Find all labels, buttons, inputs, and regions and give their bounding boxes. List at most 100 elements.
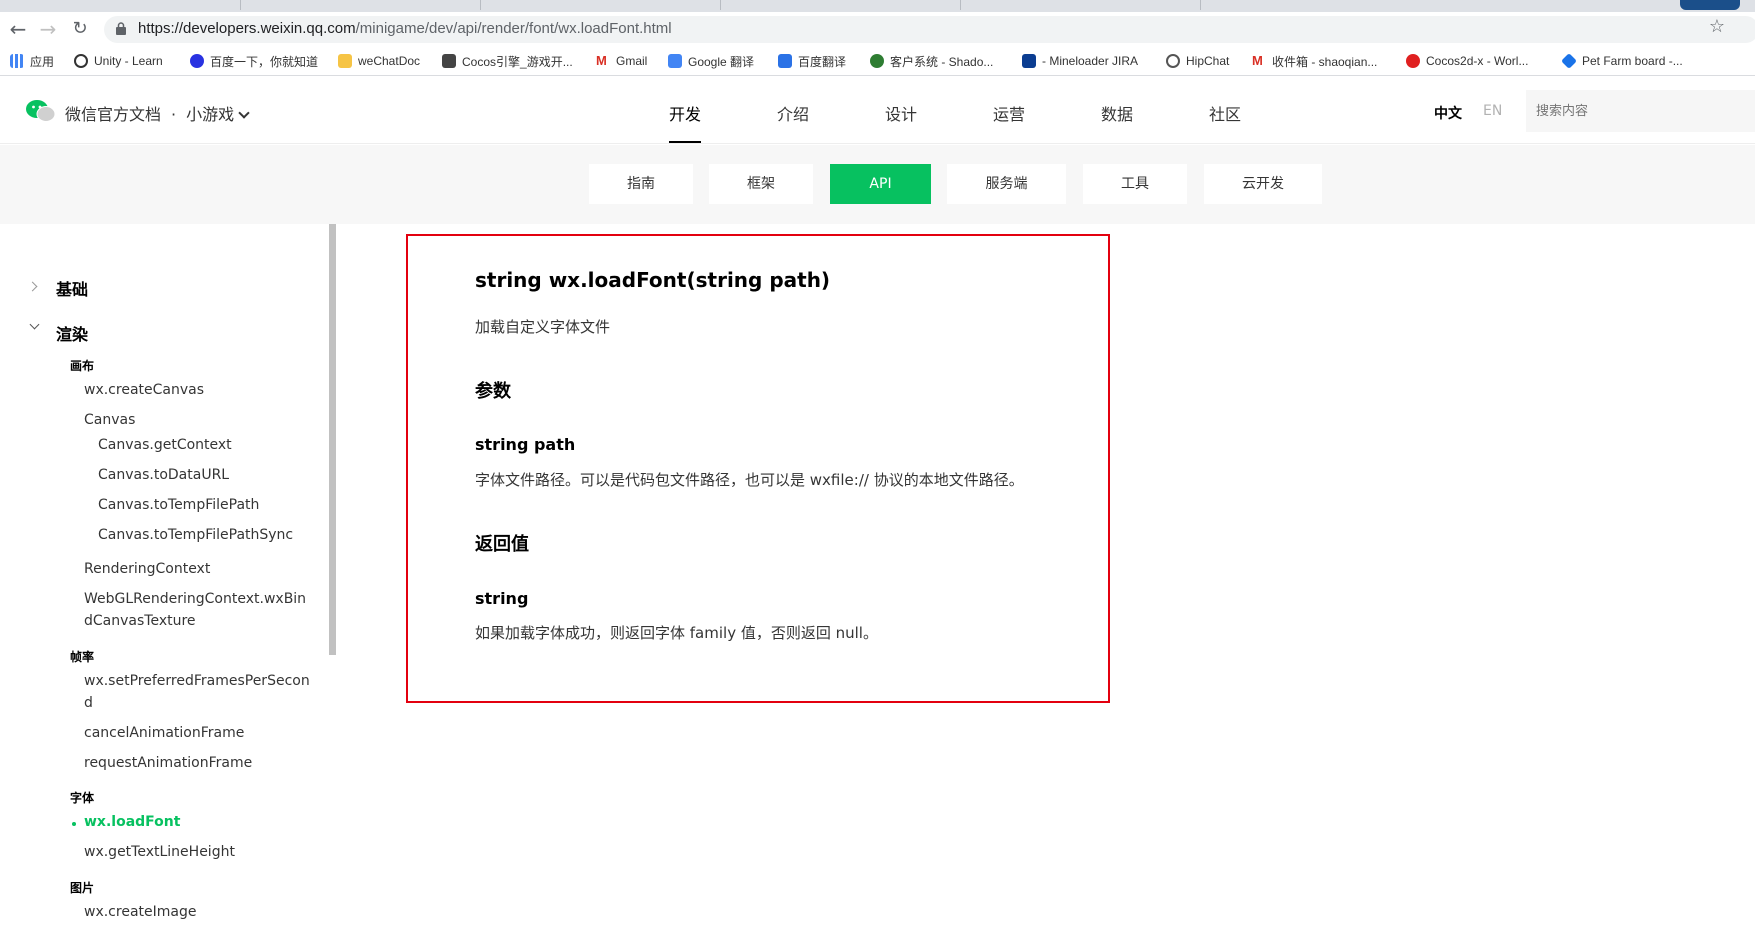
gmail-icon: M [1252,53,1263,68]
sidebar-item-webgl-line1[interactable]: WebGLRenderingContext.wxBin [84,591,306,607]
bookmark-apps[interactable]: 应用 [10,52,54,70]
bookmark-item[interactable]: Pet Farm board -... [1561,52,1683,70]
bookmark-item[interactable]: M 收件箱 - shaoqian... [1252,52,1377,70]
baidu-paw-icon [190,54,204,68]
folder-icon [338,54,352,68]
sidebar-item-getcontext[interactable]: Canvas.getContext [98,437,232,453]
sidebar-item-setfps-line1[interactable]: wx.setPreferredFramesPerSecon [84,673,310,689]
sidebar-item-createimage[interactable]: wx.createImage [84,904,196,920]
url-text[interactable]: https://developers.weixin.qq.com/minigam… [138,20,672,37]
address-bar-row: ← → ↻ https://developers.weixin.qq.com/m… [0,12,1755,46]
nav-community[interactable]: 社区 [1209,101,1241,125]
tab-divider [720,0,721,10]
nav-intro[interactable]: 介绍 [777,101,809,125]
nav-data[interactable]: 数据 [1101,101,1133,125]
bookmark-label: Cocos引擎_游戏开... [462,54,573,69]
sidebar-item-cancelanimationframe[interactable]: cancelAnimationFrame [84,725,244,741]
bookmark-item[interactable]: weChatDoc [338,52,420,70]
sidebar-item-requestanimationframe[interactable]: requestAnimationFrame [84,755,252,771]
bookmark-label: HipChat [1186,54,1230,68]
url-bar[interactable]: https://developers.weixin.qq.com/minigam… [104,16,1755,43]
sidebar-item-webgl-line2[interactable]: dCanvasTexture [84,613,196,629]
tab-divider [1200,0,1201,10]
lang-zh[interactable]: 中文 [1434,103,1462,123]
chevron-down-icon[interactable] [238,107,250,119]
tab-tools[interactable]: 工具 [1083,164,1187,204]
bookmark-label: Pet Farm board -... [1582,54,1683,68]
tab-guide[interactable]: 指南 [589,164,693,204]
return-description: 如果加载字体成功，则返回字体 family 值，否则返回 null。 [475,624,878,642]
sidebar-item-gettextlineheight[interactable]: wx.getTextLineHeight [84,844,235,860]
bookmarks-bar: 应用 Unity - Learn 百度一下，你就知道 weChatDoc Coc… [0,46,1755,76]
board-diamond-icon [1561,53,1577,69]
bookmark-item[interactable]: 客户系统 - Shado... [870,52,993,70]
bookmark-label: 百度一下，你就知道 [210,54,319,69]
tab-api[interactable]: API [830,164,931,204]
brand[interactable]: 微信官方文档 · 小游戏 [65,101,250,125]
sidebar-section-render[interactable]: 渲染 [56,321,88,345]
reload-icon[interactable]: ↻ [68,17,92,41]
bookmark-item[interactable]: - Mineloader JIRA [1022,52,1138,70]
nav-operations[interactable]: 运营 [993,101,1025,125]
cocos-icon [442,54,456,68]
baidu-translate-icon [778,54,792,68]
param-name: string path [475,435,576,454]
nav-design[interactable]: 设计 [885,101,917,125]
sidebar-item-todataurl[interactable]: Canvas.toDataURL [98,467,229,483]
sidebar-group-font: 字体 [70,791,95,805]
api-doc-highlight-box: string wx.loadFont(string path) 加载自定义字体文… [406,234,1110,703]
bookmark-star-icon[interactable]: ☆ [1709,16,1725,37]
back-icon[interactable]: ← [6,17,30,41]
search-box[interactable] [1526,90,1755,132]
lang-en[interactable]: EN [1483,103,1502,119]
bookmark-item[interactable]: Cocos2d-x - Worl... [1406,52,1528,70]
bookmark-item[interactable]: HipChat [1166,52,1229,70]
unity-icon [74,54,88,68]
bookmark-label: 客户系统 - Shado... [890,54,994,69]
sidebar-item-createcanvas[interactable]: wx.createCanvas [84,382,204,398]
chevron-right-icon[interactable] [27,281,38,292]
sidebar-scrollbar[interactable] [329,224,336,655]
hipchat-icon [1166,54,1180,68]
return-heading: 返回值 [475,534,529,555]
tab-framework[interactable]: 框架 [709,164,813,204]
sidebar-group-framerate: 帧率 [70,650,95,664]
param-description: 字体文件路径。可以是代码包文件路径，也可以是 wxfile:// 协议的本地文件… [475,471,1024,489]
bookmark-label: 收件箱 - shaoqian... [1272,54,1378,69]
sidebar-item-setfps-line2[interactable]: d [84,695,93,711]
bookmark-item[interactable]: Unity - Learn [74,52,163,70]
bookmark-item[interactable]: 百度翻译 [778,52,846,70]
sidebar-item-totempfilepath[interactable]: Canvas.toTempFilePath [98,497,259,513]
bookmark-label: Cocos2d-x - Worl... [1426,54,1529,68]
sidebar-item-renderingcontext[interactable]: RenderingContext [84,561,210,577]
chevron-down-icon[interactable] [29,319,40,330]
gmail-icon: M [596,53,607,68]
nav-active-underline [669,141,701,143]
sub-nav: 指南 框架 API 服务端 工具 云开发 [0,145,1755,224]
nav-dev[interactable]: 开发 [669,101,701,125]
bookmark-label: Gmail [616,54,648,68]
bookmark-item[interactable]: Google 翻译 [668,52,754,70]
url-host: https://developers.weixin.qq.com [138,20,356,37]
active-bullet-icon [72,822,76,826]
tab-server[interactable]: 服务端 [947,164,1066,204]
search-input[interactable] [1526,90,1726,132]
bookmark-label: weChatDoc [358,54,421,68]
bookmark-item[interactable]: M Gmail [596,52,647,70]
tab-cloud-dev[interactable]: 云开发 [1204,164,1322,204]
forward-icon[interactable]: → [36,17,60,41]
bookmark-item[interactable]: 百度一下，你就知道 [190,52,318,70]
tab-divider [240,0,241,10]
product-switcher[interactable]: 小游戏 [186,105,234,124]
sidebar-item-loadfont[interactable]: wx.loadFont [84,814,180,830]
sidebar-item-canvas[interactable]: Canvas [84,412,135,428]
profile-tab[interactable] [1680,0,1740,10]
sidebar-item-totempfilepathsync[interactable]: Canvas.toTempFilePathSync [98,527,293,543]
bookmark-item[interactable]: Cocos引擎_游戏开... [442,52,573,70]
sidebar-section-basics[interactable]: 基础 [56,276,88,300]
apps-grid-icon [10,54,24,68]
sidebar-group-canvas: 画布 [70,359,95,373]
bookmark-label: 应用 [30,54,55,69]
wechat-logo-icon[interactable] [26,99,56,123]
api-description: 加载自定义字体文件 [475,318,611,336]
